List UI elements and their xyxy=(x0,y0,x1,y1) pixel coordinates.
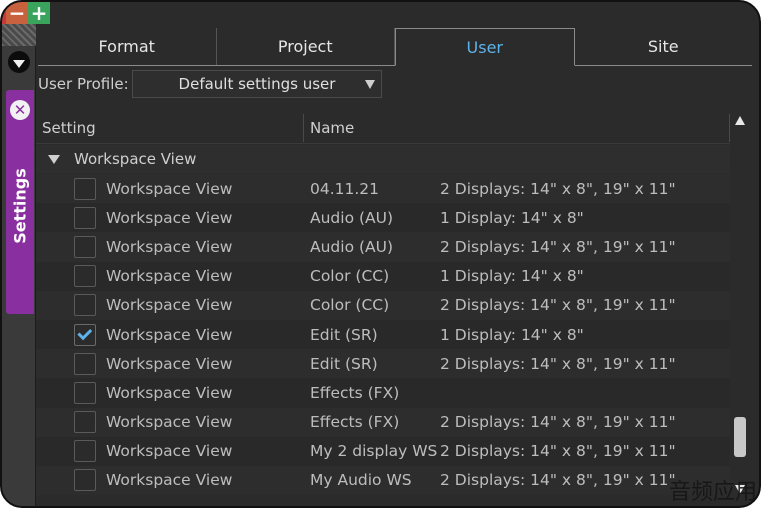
column-header-name[interactable]: Name xyxy=(304,113,730,142)
row-setting: Workspace View xyxy=(106,442,233,461)
minimize-button[interactable]: − xyxy=(6,2,28,24)
row-checkbox[interactable] xyxy=(74,177,96,200)
row-name: Color (CC) xyxy=(310,296,390,315)
row-description: 2 Displays: 14" x 8", 19" x 11" xyxy=(440,179,676,198)
group-row-workspace-view[interactable]: Workspace View xyxy=(36,145,730,173)
group-label: Workspace View xyxy=(74,150,197,168)
watermark: 音频应用 xyxy=(668,480,757,505)
row-setting: Workspace View xyxy=(106,354,233,373)
maximize-button[interactable]: + xyxy=(28,2,50,24)
dropdown-arrow-icon xyxy=(365,80,375,89)
tab-project[interactable]: Project xyxy=(217,28,395,65)
settings-tab-label: Settings xyxy=(10,168,30,244)
table-row[interactable]: Workspace View Color (CC) 2 Displays: 14" … xyxy=(36,290,730,320)
maximize-icon: + xyxy=(30,1,48,25)
grip-handle[interactable] xyxy=(2,24,36,46)
user-profile-label: User Profile: xyxy=(38,75,129,93)
row-name: Effects (FX) xyxy=(310,413,400,432)
row-description: 2 Displays: 14" x 8", 19" x 11" xyxy=(440,354,676,373)
row-setting: Workspace View xyxy=(106,208,233,227)
row-name: Edit (SR) xyxy=(310,325,378,344)
row-name: Audio (AU) xyxy=(310,237,394,256)
row-name: My 2 display WS xyxy=(310,442,438,461)
user-profile-value: Default settings user xyxy=(178,75,336,93)
row-setting: Workspace View xyxy=(106,267,233,286)
minimize-icon: − xyxy=(8,1,26,25)
column-header-setting[interactable]: Setting xyxy=(36,113,304,142)
settings-side-tab[interactable]: ✕ Settings xyxy=(6,90,34,314)
table-row[interactable]: Workspace View Effects (FX) 2 Displays: 14… xyxy=(36,407,730,437)
tab-user[interactable]: User xyxy=(395,28,575,66)
row-checkbox[interactable] xyxy=(74,352,96,375)
row-checkbox[interactable] xyxy=(74,469,96,492)
vertical-scrollbar[interactable] xyxy=(730,112,750,502)
expand-triangle-icon[interactable] xyxy=(48,154,60,164)
row-description: 1 Display: 14" x 8" xyxy=(440,325,584,344)
scroll-thumb[interactable] xyxy=(734,417,746,458)
user-profile-row: User Profile: Default settings user xyxy=(38,70,382,98)
close-icon[interactable]: ✕ xyxy=(10,100,30,120)
row-setting: Workspace View xyxy=(106,325,233,344)
tab-format[interactable]: Format xyxy=(38,28,217,65)
row-description: 2 Displays: 14" x 8", 19" x 11" xyxy=(440,413,676,432)
row-checkbox[interactable] xyxy=(74,411,96,434)
settings-table-body: Workspace View 04.11.21 2 Displays: 14" x … xyxy=(36,174,730,496)
table-row[interactable]: Workspace View My Audio WS 2 Displays: 14"… xyxy=(36,465,730,496)
table-row[interactable]: Workspace View Edit (SR) 1 Display: 14" x … xyxy=(36,319,730,350)
row-checkbox[interactable] xyxy=(74,206,96,229)
row-checkbox[interactable] xyxy=(74,440,96,463)
row-description: 2 Displays: 14" x 8", 19" x 11" xyxy=(440,237,676,256)
table-row[interactable]: Workspace View Edit (SR) 2 Displays: 14" x… xyxy=(36,349,730,379)
row-description: 2 Displays: 14" x 8", 19" x 11" xyxy=(440,296,676,315)
window-controls: − + xyxy=(2,2,82,24)
close-glyph: ✕ xyxy=(13,100,27,119)
tab-site[interactable]: Site xyxy=(575,28,753,65)
table-row[interactable]: Workspace View Audio (AU) 2 Displays: 14" … xyxy=(36,232,730,262)
row-checkbox[interactable] xyxy=(74,265,96,288)
row-checkbox[interactable] xyxy=(74,235,96,258)
table-row[interactable]: Workspace View Audio (AU) 1 Display: 14" x… xyxy=(36,203,730,233)
table-row[interactable]: Workspace View My 2 display WS 2 Displays:… xyxy=(36,436,730,466)
row-name: 04.11.21 xyxy=(310,179,380,198)
left-strip: ✕ Settings xyxy=(2,24,36,506)
row-setting: Workspace View xyxy=(106,471,233,490)
row-checkbox[interactable] xyxy=(74,323,96,346)
row-setting: Workspace View xyxy=(106,413,233,432)
row-setting: Workspace View xyxy=(106,296,233,315)
row-checkbox[interactable] xyxy=(74,381,96,404)
row-name: Edit (SR) xyxy=(310,354,378,373)
panel-menu-button[interactable] xyxy=(8,51,30,73)
row-setting: Workspace View xyxy=(106,179,233,198)
tab-bar: Format Project User Site xyxy=(38,28,752,66)
table-header: Setting Name xyxy=(36,112,730,144)
row-name: Effects (FX) xyxy=(310,383,400,402)
row-name: Audio (AU) xyxy=(310,208,394,227)
table-row[interactable]: Workspace View 04.11.21 2 Displays: 14" x … xyxy=(36,174,730,204)
table-row[interactable]: Workspace View Color (CC) 1 Display: 14" x… xyxy=(36,261,730,291)
settings-window: − + ✕ Settings Format Project User Site … xyxy=(0,0,761,508)
scroll-up-arrow-icon[interactable] xyxy=(735,116,745,125)
row-setting: Workspace View xyxy=(106,237,233,256)
row-description: 1 Display: 14" x 8" xyxy=(440,208,584,227)
table-row[interactable]: Workspace View Effects (FX) xyxy=(36,378,730,408)
user-profile-dropdown[interactable]: Default settings user xyxy=(132,70,382,98)
row-name: My Audio WS xyxy=(310,471,412,490)
row-description: 2 Displays: 14" x 8", 19" x 11" xyxy=(440,442,676,461)
row-name: Color (CC) xyxy=(310,267,390,286)
chevron-down-icon xyxy=(13,59,25,68)
row-description: 1 Display: 14" x 8" xyxy=(440,267,584,286)
row-checkbox[interactable] xyxy=(74,294,96,317)
row-setting: Workspace View xyxy=(106,383,233,402)
